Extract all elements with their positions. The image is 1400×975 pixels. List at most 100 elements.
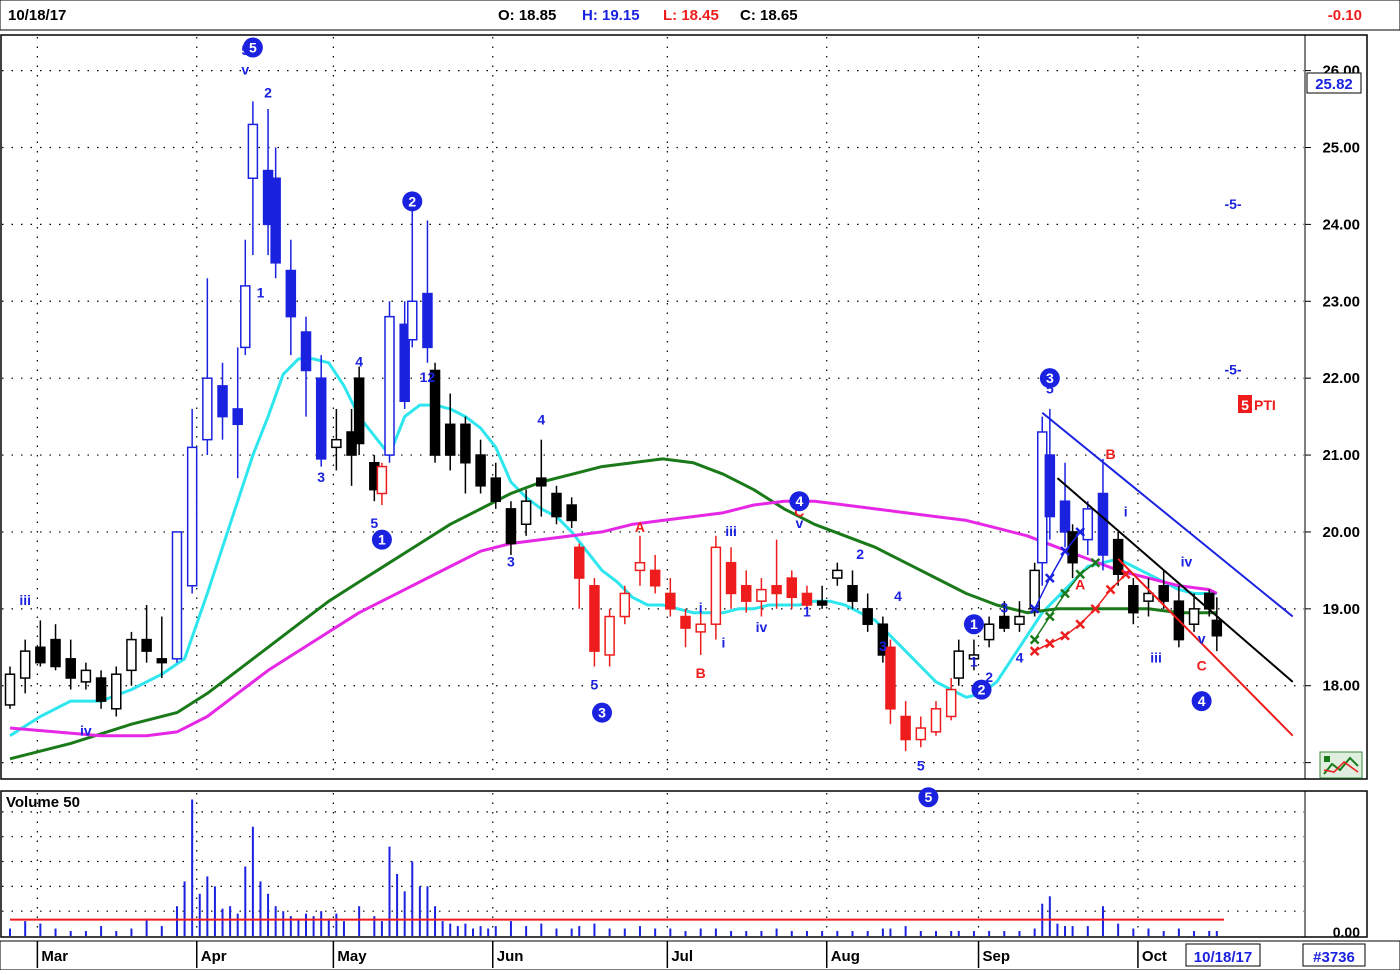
candle-body xyxy=(786,577,798,599)
candlestick xyxy=(247,101,259,256)
candlestick xyxy=(1082,501,1094,556)
wave-circle-label: 3 xyxy=(1039,368,1060,389)
wave-circle-label: 1 xyxy=(371,529,392,550)
wave-label: 1 xyxy=(803,604,811,620)
candlestick xyxy=(232,347,243,479)
header-date: 10/18/17 xyxy=(8,7,66,24)
candle-body xyxy=(444,423,456,456)
candle-body xyxy=(847,585,858,602)
cross-marker xyxy=(1044,638,1055,649)
wave-circle-number: 3 xyxy=(598,705,606,721)
candlestick xyxy=(505,501,517,556)
wave-label: i xyxy=(699,600,703,616)
wave-circle-label: 3 xyxy=(592,702,613,723)
header-high-value: H: 19.15 xyxy=(582,7,640,24)
candlestick xyxy=(756,578,767,617)
candlestick xyxy=(240,239,251,356)
wave-label: iii xyxy=(1150,650,1162,666)
candle-body xyxy=(589,585,600,652)
trendline-black xyxy=(1056,477,1294,683)
cross-marker xyxy=(1044,611,1055,622)
wave-circle-label: 5 xyxy=(242,37,263,58)
date-axis-month-label: Aug xyxy=(831,948,860,965)
date-axis-month-label: Apr xyxy=(201,948,227,965)
wave-label: C xyxy=(1197,657,1207,673)
candlestick xyxy=(1014,601,1025,632)
header-open-value: O: 18.85 xyxy=(498,7,556,24)
candlestick xyxy=(953,639,965,686)
candle-body xyxy=(247,123,259,179)
candle-body xyxy=(725,561,737,595)
candle-body xyxy=(65,658,76,679)
candlestick xyxy=(740,570,752,613)
candle-body xyxy=(983,623,995,641)
candlestick xyxy=(285,239,297,356)
candle-body xyxy=(111,673,122,710)
candle-body xyxy=(953,650,965,679)
candle-body xyxy=(141,638,152,652)
wave-circle-label: 2 xyxy=(402,191,423,212)
wave-label: 3 xyxy=(507,554,515,570)
candlestick xyxy=(847,570,858,609)
candlestick xyxy=(604,608,615,667)
candle-body xyxy=(505,508,517,545)
wave-circle-label: 4 xyxy=(789,491,810,512)
candlestick xyxy=(95,670,107,709)
candlestick xyxy=(915,716,927,748)
candle-body xyxy=(1211,619,1223,637)
candle-body xyxy=(710,546,722,625)
wave-circle-label: 5 xyxy=(918,787,939,808)
wave-label: 3 xyxy=(317,469,325,485)
candlestick xyxy=(384,301,395,463)
wave-label: B xyxy=(1105,446,1115,462)
y-axis-tick-label: 25.00 xyxy=(1322,139,1360,156)
candlestick xyxy=(725,547,737,609)
candlestick xyxy=(202,278,213,456)
date-axis-month-label: Mar xyxy=(41,948,68,965)
cross-marker xyxy=(1075,619,1086,630)
candle-body xyxy=(217,385,228,418)
candlestick xyxy=(816,585,828,609)
candlestick xyxy=(171,531,183,663)
candle-body xyxy=(475,454,486,487)
candlestick xyxy=(634,535,646,586)
cross-path-line-green xyxy=(1034,562,1096,641)
candle-body xyxy=(19,650,31,679)
stock-chart-window: 10/18/17 O: 18.85 H: 19.15 L: 18.45 C: 1… xyxy=(0,0,1400,971)
y-axis-tick-label: 21.00 xyxy=(1322,447,1360,464)
candle-body xyxy=(665,592,676,610)
footer-date-badge: 10/18/17 xyxy=(1194,949,1252,966)
candlestick xyxy=(126,631,137,686)
candlestick xyxy=(1067,524,1078,579)
candlestick xyxy=(475,439,486,494)
candle-body xyxy=(915,727,927,741)
candlestick xyxy=(832,562,843,586)
candle-body xyxy=(619,592,631,618)
cross-marker xyxy=(1105,584,1116,595)
candlestick xyxy=(885,639,896,725)
cross-marker xyxy=(1029,646,1040,657)
candle-body xyxy=(885,646,896,710)
candle-body xyxy=(232,408,243,426)
wave-label: iv xyxy=(1181,554,1193,570)
header-change-value: -0.10 xyxy=(1328,7,1362,24)
candlestick xyxy=(111,666,122,717)
wave-circle-number: 2 xyxy=(978,682,986,698)
candlestick xyxy=(520,489,532,536)
chart-settings-icon[interactable] xyxy=(1319,751,1363,779)
ticker-id-badge: #3736 xyxy=(1313,949,1355,966)
pti-label: PTI xyxy=(1254,397,1276,413)
candle-body xyxy=(930,708,942,733)
header-low-value: L: 18.45 xyxy=(663,7,719,24)
candlestick xyxy=(900,701,911,752)
candle-body xyxy=(566,504,577,522)
wave-label: 4 xyxy=(537,411,545,427)
candle-body xyxy=(832,569,843,579)
wave-label: 4 xyxy=(894,588,902,604)
last-price-badge: 25.82 xyxy=(1315,76,1353,93)
candlestick xyxy=(1143,578,1154,617)
y-axis-tick-label: 22.00 xyxy=(1322,370,1360,387)
candle-body xyxy=(536,477,547,487)
wave-label: 5 xyxy=(591,677,599,693)
candle-body xyxy=(1059,500,1071,533)
